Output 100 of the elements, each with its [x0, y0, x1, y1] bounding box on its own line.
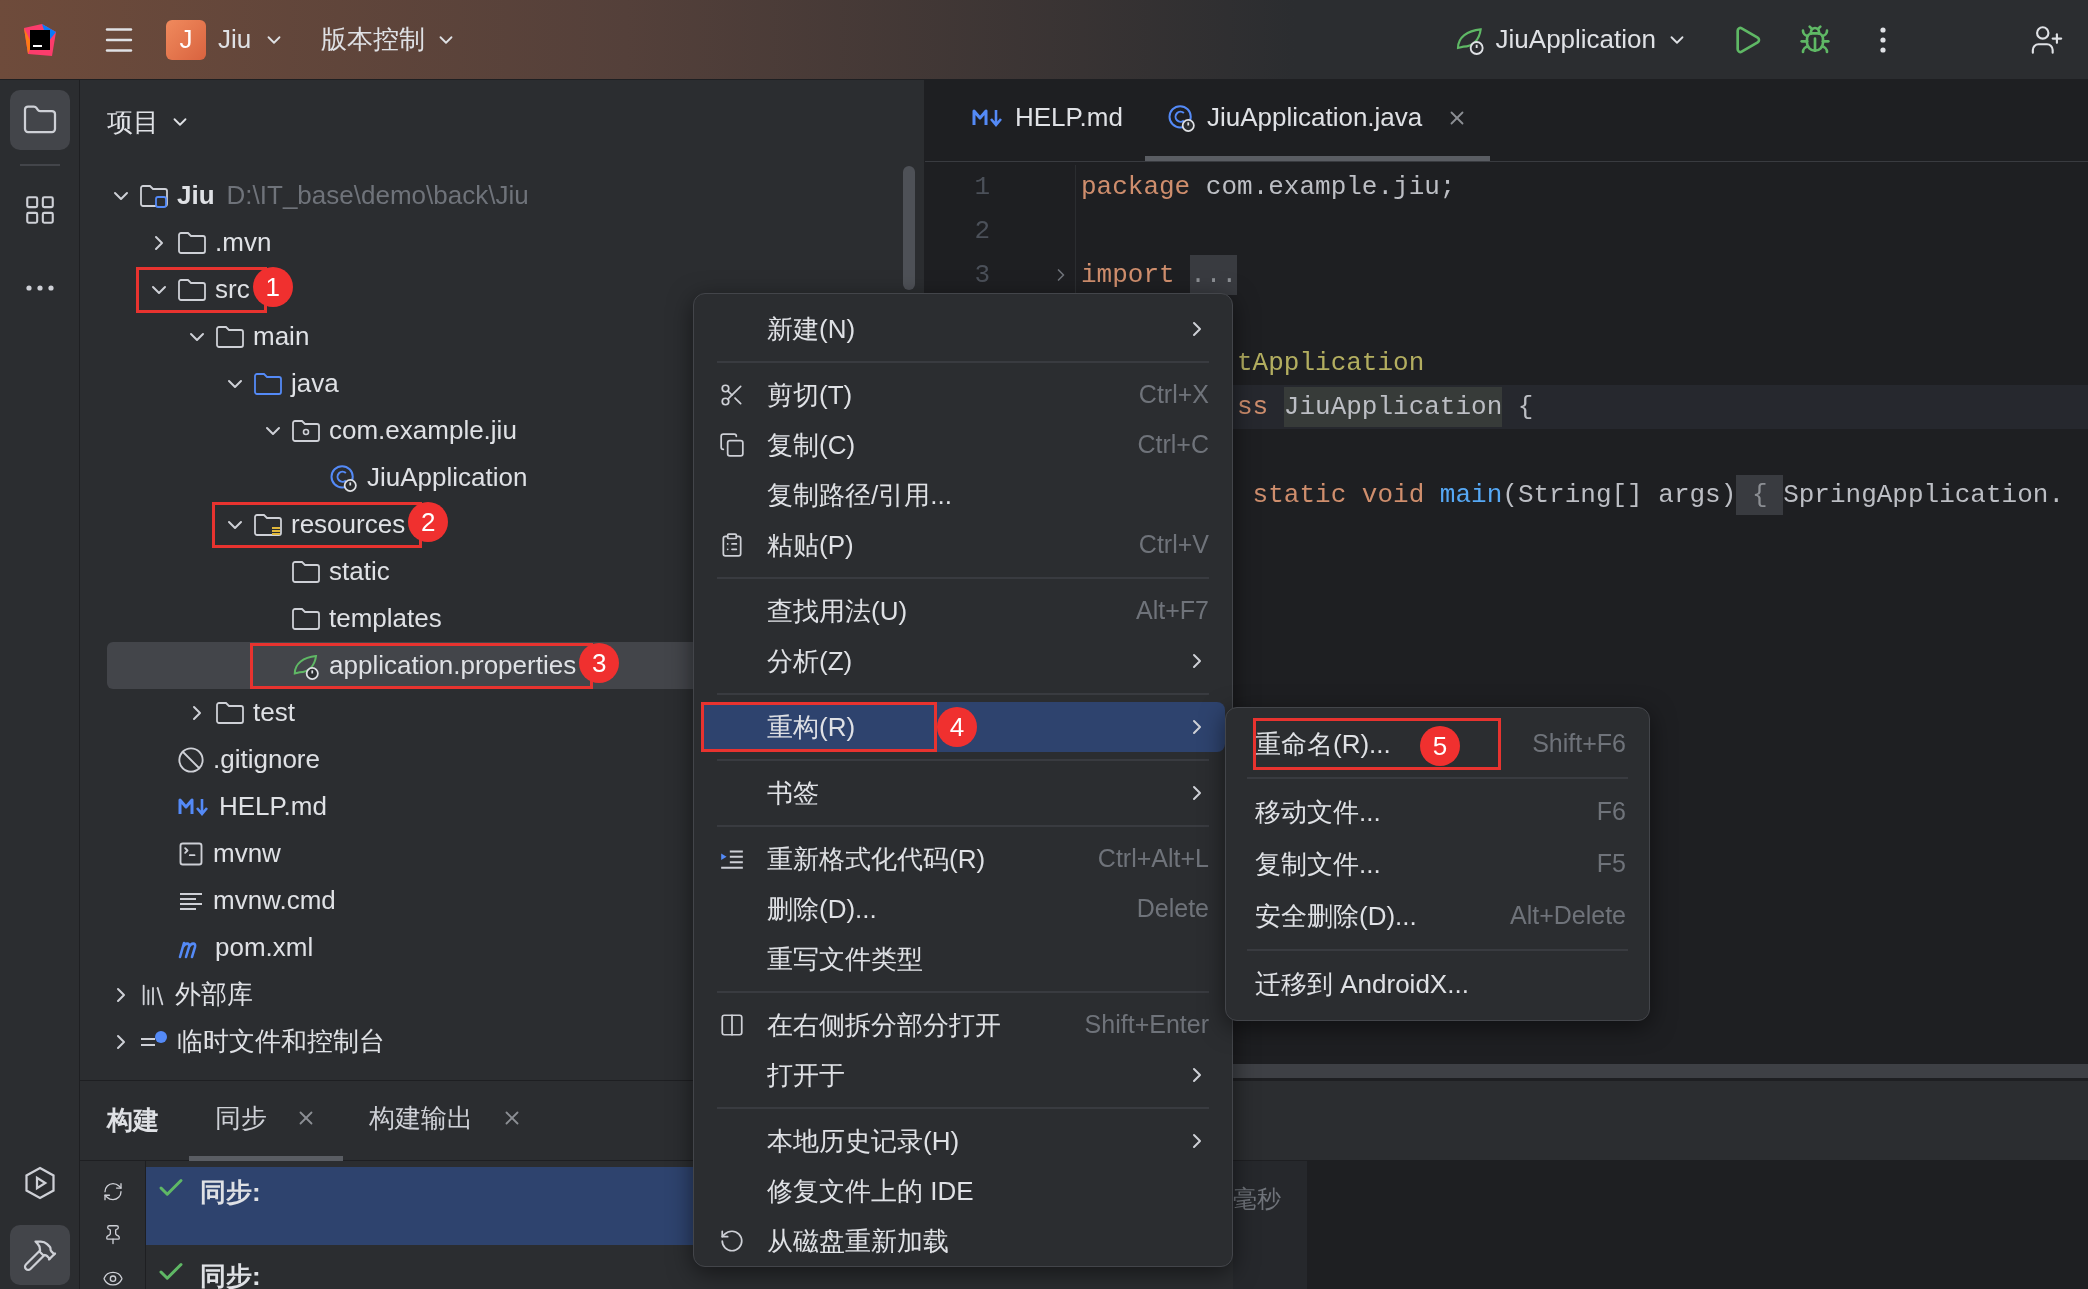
prohibited-icon: [177, 745, 205, 774]
shortcut-label: F5: [1596, 848, 1626, 880]
paste-icon: [719, 532, 745, 558]
menu-item[interactable]: 重构(R) 4: [701, 702, 1225, 752]
menu-item[interactable]: 本地历史记录(H): [701, 1116, 1225, 1166]
bug-icon: [1799, 23, 1831, 56]
shortcut-label: Ctrl+V: [1138, 529, 1209, 561]
run-configuration-selector[interactable]: JiuApplication: [1453, 20, 1688, 59]
panel-title: 构建: [107, 1104, 159, 1137]
console-text: 毫秒: [1233, 1185, 1281, 1212]
menu-item-label: 迁移到 AndroidX...: [1255, 967, 1469, 1001]
menu-item-label: 重写文件类型: [767, 942, 923, 976]
menu-item-label: 删除(D)...: [767, 892, 877, 926]
menu-item-label: 重新格式化代码(R): [767, 842, 986, 876]
tool-window-button[interactable]: [9, 90, 70, 150]
tree-row[interactable]: Jiu D:\IT_base\demo\back\Jiu: [107, 172, 897, 219]
menu-item[interactable]: 剪切(T) Ctrl+X: [701, 370, 1225, 420]
menu-item[interactable]: 复制(C) Ctrl+C: [701, 420, 1225, 470]
menu-item[interactable]: 打开于: [701, 1050, 1225, 1100]
class-icon: [329, 462, 359, 493]
build-row-label: 同步:: [200, 1176, 261, 1209]
menu-item-label: 打开于: [767, 1058, 845, 1092]
menu-item-label: 复制路径/引用...: [767, 478, 952, 512]
code-text: tApplication: [1237, 347, 1425, 380]
tree-item-label: HELP.md: [219, 790, 327, 823]
build-row-label: 同步:: [200, 1260, 261, 1289]
tree-item-label: Jiu: [177, 179, 215, 212]
scrollbar-thumb[interactable]: [903, 166, 915, 290]
menu-item-label: 本地历史记录(H): [767, 1124, 960, 1158]
panel-title[interactable]: 项目: [107, 102, 159, 142]
project-path: D:\IT_base\demo\back\Jiu: [226, 179, 529, 212]
tree-item-label: java: [291, 367, 339, 400]
menu-item-label: 新建(N): [767, 312, 856, 346]
menu-item-label: 安全删除(D)...: [1255, 899, 1417, 933]
menu-item[interactable]: 安全删除(D)... Alt+Delete: [1233, 890, 1642, 942]
tree-item-label: templates: [329, 602, 442, 635]
code-text: static void: [1251, 479, 1426, 512]
tree-row[interactable]: .mvn: [107, 219, 897, 266]
resources-folder-icon: [253, 511, 283, 538]
project-avatar: J: [166, 19, 206, 60]
vcs-menu-button[interactable]: 版本控制: [321, 20, 458, 59]
code-text: com.example.jiu;: [1205, 171, 1456, 204]
callout-number: 3: [579, 642, 620, 683]
code-text: main: [1439, 479, 1503, 512]
editor-tab[interactable]: HELP.md: [949, 79, 1145, 161]
copy-icon: [719, 432, 745, 458]
tab-label: JiuApplication.java: [1206, 101, 1423, 134]
menu-item[interactable]: 粘贴(P) Ctrl+V: [701, 520, 1225, 570]
tree-item-label: 临时文件和控制台: [177, 1025, 385, 1058]
tree-item-label: static: [329, 555, 390, 588]
menu-item[interactable]: 重新格式化代码(R) Ctrl+Alt+L: [701, 834, 1225, 884]
menu-item[interactable]: 删除(D)... Delete: [701, 884, 1225, 934]
menu-item[interactable]: 复制文件... F5: [1233, 838, 1642, 890]
editor-tab[interactable]: JiuApplication.java: [1144, 79, 1491, 161]
tree-item-label: .gitignore: [213, 743, 320, 776]
tree-item-label: .mvn: [215, 226, 272, 259]
code-text: import: [1081, 259, 1176, 292]
menu-item-label: 移动文件...: [1255, 795, 1381, 829]
app-logo-icon[interactable]: [22, 21, 58, 58]
menu-item-label: 分析(Z): [767, 644, 853, 678]
shortcut-label: Delete: [1136, 893, 1209, 925]
tree-item-label: 外部库: [175, 978, 253, 1011]
menu-item-label: 剪切(T): [767, 378, 853, 412]
callout-number: 4: [937, 707, 977, 747]
panel-tab[interactable]: 同步: [189, 1080, 343, 1161]
menu-item-label: 重命名(R)...: [1255, 727, 1391, 761]
panel-tab[interactable]: 构建输出: [343, 1080, 549, 1161]
folder-icon: [215, 699, 245, 726]
module-folder-icon: [139, 182, 169, 209]
folder-icon: [177, 276, 207, 303]
callout-number: 5: [1420, 726, 1460, 766]
shortcut-label: Shift+Enter: [1084, 1009, 1209, 1041]
menu-item-label: 书签: [767, 776, 819, 810]
menu-item[interactable]: 重写文件类型: [701, 934, 1225, 984]
menu-item[interactable]: 重命名(R)... 5 Shift+F6: [1233, 718, 1642, 770]
tool-window-button[interactable]: [9, 1225, 70, 1285]
menu-item[interactable]: 复制路径/引用...: [701, 470, 1225, 520]
folder-icon: [215, 323, 245, 350]
tree-item-label: resources: [291, 508, 406, 541]
code-text: SpringApplication.: [1783, 479, 2064, 512]
tree-item-label: pom.xml: [215, 931, 314, 964]
menu-item[interactable]: 修复文件上的 IDE: [701, 1166, 1225, 1216]
tree-item-label: src: [215, 273, 250, 306]
menu-item[interactable]: 查找用法(U) Alt+F7: [701, 586, 1225, 636]
menu-item-label: 复制文件...: [1255, 847, 1381, 881]
folder-icon: [253, 370, 283, 397]
code-text: package: [1081, 171, 1192, 204]
folder-icon: [291, 605, 321, 632]
tree-item-label: mvnw.cmd: [213, 884, 336, 917]
menu-item[interactable]: 在右侧拆分部分打开 Shift+Enter: [701, 1000, 1225, 1050]
tree-item-label: main: [253, 320, 310, 353]
shortcut-label: Alt+F7: [1136, 595, 1209, 627]
callout-number: 2: [408, 501, 449, 542]
code-text: ss: [1237, 391, 1270, 424]
menu-item[interactable]: 书签: [701, 768, 1225, 818]
tree-item-label: JiuApplication: [367, 461, 528, 494]
menu-item[interactable]: 移动文件... F6: [1233, 786, 1642, 838]
menu-item[interactable]: 迁移到 AndroidX...: [1233, 958, 1642, 1010]
package-folder-icon: [291, 417, 321, 444]
project-selector[interactable]: J Jiu: [166, 19, 286, 60]
